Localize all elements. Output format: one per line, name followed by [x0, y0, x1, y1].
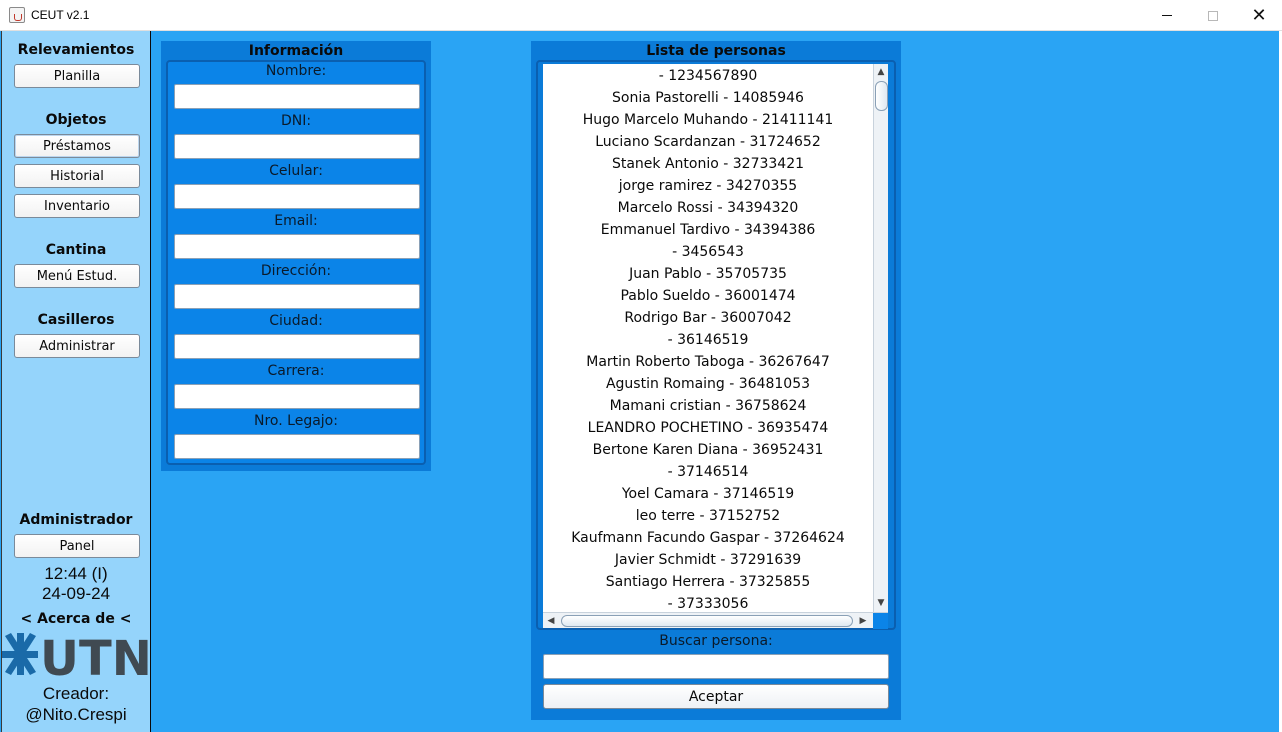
creator-handle: @Nito.Crespi	[25, 705, 127, 724]
ciudad-label: Ciudad:	[269, 313, 323, 329]
scroll-down-icon[interactable]: ▼	[874, 596, 888, 610]
person-list-item[interactable]: Luciano Scardanzan - 31724652	[543, 131, 873, 153]
close-icon: ✕	[1251, 5, 1267, 26]
about-link[interactable]: < Acerca de <	[2, 611, 150, 627]
person-list-item[interactable]: Martin Roberto Taboga - 36267647	[543, 351, 873, 373]
people-panel: Lista de personas - 1234567890 Sonia Past…	[531, 41, 901, 720]
vertical-scroll-thumb[interactable]	[875, 81, 888, 111]
horizontal-scrollbar[interactable]: ◀ ▶	[543, 612, 888, 629]
celular-input[interactable]	[174, 184, 420, 209]
scroll-corner	[873, 613, 888, 629]
scroll-up-icon[interactable]: ▲	[874, 65, 888, 79]
person-list-item[interactable]: Yoel Camara - 37146519	[543, 483, 873, 505]
legajo-input[interactable]	[174, 434, 420, 459]
person-list-item[interactable]: Pablo Sueldo - 36001474	[543, 285, 873, 307]
utn-logo-text: UTN	[40, 631, 152, 679]
nombre-input[interactable]	[174, 84, 420, 109]
person-list-item[interactable]: Rodrigo Bar - 36007042	[543, 307, 873, 329]
utn-logo: UTN	[2, 631, 152, 679]
java-app-icon	[9, 7, 25, 23]
clock-date: 24-09-24	[41, 584, 111, 603]
people-list[interactable]: - 1234567890 Sonia Pastorelli - 14085946 H…	[543, 64, 873, 612]
person-list-item[interactable]: Santiago Herrera - 37325855	[543, 571, 873, 593]
people-title: Lista de personas	[646, 43, 786, 59]
section-heading-objetos: Objetos	[45, 112, 107, 128]
person-list-item[interactable]: - 36146519	[543, 329, 873, 351]
celular-label: Celular:	[269, 163, 323, 179]
nombre-label: Nombre:	[265, 63, 327, 79]
vertical-scrollbar[interactable]: ▲ ▼	[873, 64, 888, 612]
ciudad-input[interactable]	[174, 334, 420, 359]
person-list-item[interactable]: leo terre - 37152752	[543, 505, 873, 527]
person-list-item[interactable]: Emmanuel Tardivo - 34394386	[543, 219, 873, 241]
inventario-button[interactable]: Inventario	[14, 194, 140, 218]
scroll-right-icon[interactable]: ▶	[856, 614, 870, 628]
historial-button[interactable]: Historial	[14, 164, 140, 188]
dni-input[interactable]	[174, 134, 420, 159]
person-list-item[interactable]: Stanek Antonio - 32733421	[543, 153, 873, 175]
direccion-label: Dirección:	[260, 263, 332, 279]
title-bar: CEUT v2.1 ✕	[0, 0, 1282, 31]
search-input[interactable]	[543, 654, 889, 679]
info-panel: Información Nombre: DNI: Celular: Email:…	[161, 41, 431, 471]
person-list-item[interactable]: - 37333056	[543, 593, 873, 612]
close-button[interactable]: ✕	[1236, 0, 1282, 31]
person-list-item[interactable]: Sonia Pastorelli - 14085946	[543, 87, 873, 109]
direccion-input[interactable]	[174, 284, 420, 309]
search-label: Buscar persona:	[659, 633, 773, 649]
carrera-label: Carrera:	[267, 363, 325, 379]
info-title: Información	[248, 43, 344, 59]
horizontal-scroll-thumb[interactable]	[561, 615, 853, 627]
clock-time: 12:44 (I)	[44, 564, 108, 583]
section-heading-relevamientos: Relevamientos	[17, 42, 135, 58]
creator-label: Creador:	[42, 684, 110, 703]
planilla-button[interactable]: Planilla	[14, 64, 140, 88]
window-title: CEUT v2.1	[31, 8, 90, 22]
maximize-button[interactable]	[1190, 0, 1236, 31]
person-list-item[interactable]: - 1234567890	[543, 65, 873, 87]
email-label: Email:	[274, 213, 318, 229]
sidebar: Relevamientos Planilla Objetos Préstamos…	[1, 31, 152, 732]
person-list-item[interactable]: Marcelo Rossi - 34394320	[543, 197, 873, 219]
panel-button[interactable]: Panel	[14, 534, 140, 558]
minimize-icon	[1162, 15, 1172, 16]
info-form: Nombre: DNI: Celular: Email: Dirección: …	[166, 60, 426, 465]
person-list-item[interactable]: Juan Pablo - 35705735	[543, 263, 873, 285]
prestamos-button[interactable]: Préstamos	[14, 134, 140, 158]
person-list-item[interactable]: jorge ramirez - 34270355	[543, 175, 873, 197]
section-heading-administrador: Administrador	[19, 512, 133, 528]
section-heading-cantina: Cantina	[45, 242, 107, 258]
person-list-item[interactable]: Mamani cristian - 36758624	[543, 395, 873, 417]
person-list-item[interactable]: LEANDRO POCHETINO - 36935474	[543, 417, 873, 439]
email-input[interactable]	[174, 234, 420, 259]
person-list-item[interactable]: Bertone Karen Diana - 36952431	[543, 439, 873, 461]
person-list-item[interactable]: Agustin Romaing - 36481053	[543, 373, 873, 395]
dni-label: DNI:	[280, 113, 312, 129]
person-list-item[interactable]: Javier Schmidt - 37291639	[543, 549, 873, 571]
carrera-input[interactable]	[174, 384, 420, 409]
administrar-button[interactable]: Administrar	[14, 334, 140, 358]
legajo-label: Nro. Legajo:	[254, 413, 338, 429]
scroll-left-icon[interactable]: ◀	[544, 614, 558, 628]
person-list-item[interactable]: Hugo Marcelo Muhando - 21411141	[543, 109, 873, 131]
person-list-item[interactable]: - 3456543	[543, 241, 873, 263]
minimize-button[interactable]	[1144, 0, 1190, 31]
section-heading-casilleros: Casilleros	[37, 312, 115, 328]
menu-estud-button[interactable]: Menú Estud.	[14, 264, 140, 288]
person-list-item[interactable]: - 37146514	[543, 461, 873, 483]
person-list-item[interactable]: Kaufmann Facundo Gaspar - 37264624	[543, 527, 873, 549]
accept-button[interactable]: Aceptar	[543, 684, 889, 709]
maximize-icon	[1208, 10, 1218, 21]
